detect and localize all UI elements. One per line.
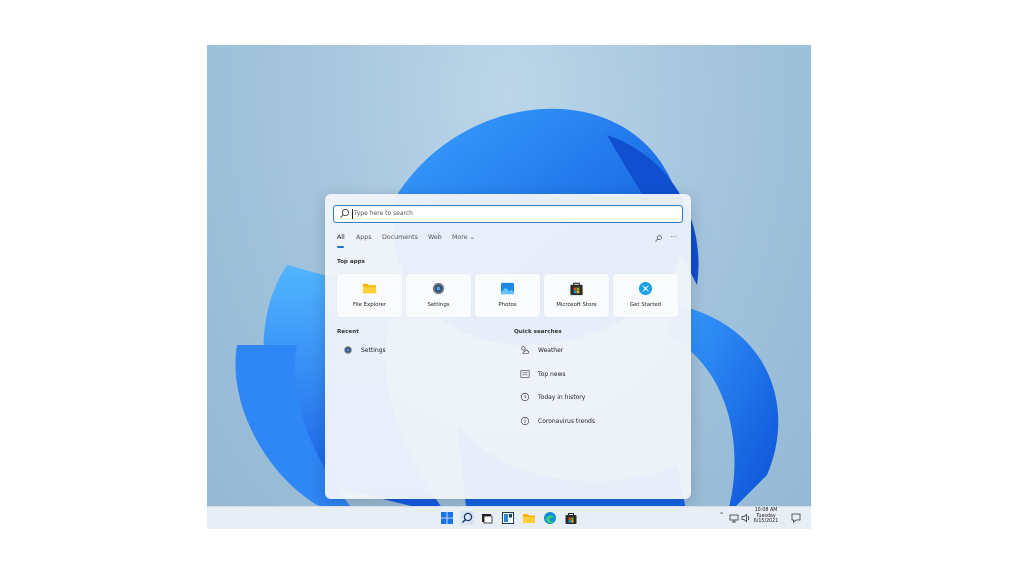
volume-icon[interactable]: [740, 512, 752, 524]
search-panel: All Apps Documents Web More ⌄ ··· Top ap…: [325, 194, 691, 499]
tray-chevron-icon[interactable]: ^: [719, 512, 724, 519]
quick-searches-title: Quick searches: [514, 329, 562, 335]
clock-time: 10:08 AM: [754, 508, 778, 513]
get-started-icon: [638, 281, 653, 296]
app-tile-photos[interactable]: Photos: [475, 274, 540, 317]
widgets-icon[interactable]: [501, 511, 515, 525]
app-tile-label: Settings: [427, 302, 450, 308]
store-icon[interactable]: [564, 511, 578, 525]
tab-apps[interactable]: Apps: [356, 234, 372, 241]
clock-date: 6/15/2021: [753, 519, 779, 525]
network-icon[interactable]: [728, 512, 740, 524]
tab-web[interactable]: Web: [428, 234, 442, 241]
folder-icon: [362, 283, 377, 294]
info-icon: [520, 416, 530, 426]
tab-all[interactable]: All: [337, 234, 345, 241]
app-tile-file-explorer[interactable]: File Explorer: [337, 274, 402, 317]
app-tile-label: Get Started: [629, 302, 662, 308]
app-tile-label: Microsoft Store: [556, 302, 597, 308]
app-tile-label: File Explorer: [352, 302, 387, 308]
app-tile-microsoft-store[interactable]: Microsoft Store: [544, 274, 609, 317]
quick-search-label: Coronavirus trends: [538, 418, 595, 425]
account-icon[interactable]: [654, 234, 663, 243]
photos-icon: [500, 282, 515, 295]
app-tile-get-started[interactable]: Get Started: [613, 274, 678, 317]
edge-icon[interactable]: [543, 511, 557, 525]
weather-icon: [521, 346, 530, 354]
top-apps-title: Top apps: [337, 259, 365, 265]
taskbar-clock[interactable]: 10:08 AM Tuesday 6/15/2021: [753, 508, 779, 525]
news-icon: [520, 370, 530, 378]
active-tab-indicator: [337, 246, 344, 248]
desktop-wallpaper: All Apps Documents Web More ⌄ ··· Top ap…: [207, 45, 811, 528]
recent-title: Recent: [337, 329, 359, 335]
clock-icon: [520, 392, 530, 402]
task-view-icon[interactable]: [480, 511, 494, 525]
search-icon: [340, 209, 349, 218]
app-tile-label: Photos: [498, 302, 517, 308]
search-box[interactable]: [333, 205, 683, 223]
search-icon[interactable]: [460, 511, 474, 525]
notifications-icon[interactable]: [790, 512, 802, 524]
store-icon: [570, 282, 583, 296]
gear-icon: [344, 346, 352, 354]
app-tile-settings[interactable]: Settings: [406, 274, 471, 317]
search-input[interactable]: [354, 207, 674, 220]
taskbar: ^ 10:08 AM Tuesday 6/15/2021: [207, 506, 811, 529]
more-options-button[interactable]: ···: [670, 233, 677, 241]
tab-documents[interactable]: Documents: [382, 234, 418, 241]
tab-more[interactable]: More ⌄: [452, 234, 475, 241]
text-caret: [352, 209, 353, 219]
gear-icon: [432, 282, 445, 295]
quick-search-label: Weather: [538, 347, 564, 354]
file-explorer-icon[interactable]: [522, 511, 536, 525]
quick-search-label: Today in history: [538, 394, 586, 401]
recent-item-label: Settings: [361, 347, 386, 354]
start-icon[interactable]: [440, 511, 454, 525]
quick-search-label: Top news: [538, 371, 566, 378]
